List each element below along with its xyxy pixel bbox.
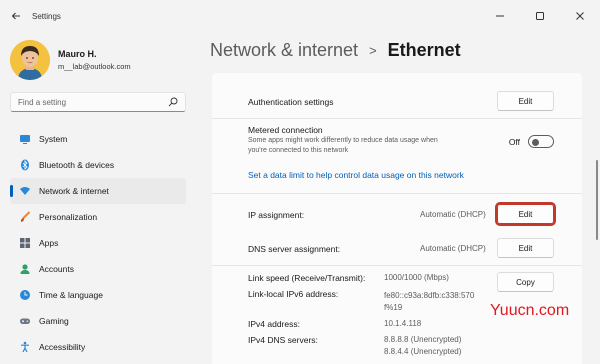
ipv6-label: Link-local IPv6 address: bbox=[248, 289, 339, 299]
content-scrollbar[interactable] bbox=[596, 160, 598, 240]
sidebar-item-label: System bbox=[39, 134, 68, 144]
sidebar-item-label: Personalization bbox=[39, 212, 98, 222]
authentication-settings-row: Authentication settings Edit bbox=[248, 91, 554, 111]
sidebar-item-network[interactable]: Network & internet bbox=[10, 178, 186, 204]
sidebar-item-label: Apps bbox=[39, 238, 59, 248]
divider bbox=[212, 118, 582, 119]
close-icon bbox=[576, 12, 584, 20]
sidebar-item-label: Time & language bbox=[39, 290, 103, 300]
sidebar-item-accounts[interactable]: Accounts bbox=[10, 256, 186, 282]
authentication-edit-button[interactable]: Edit bbox=[497, 91, 554, 111]
sidebar-item-system[interactable]: System bbox=[10, 126, 186, 152]
maximize-icon bbox=[536, 12, 544, 20]
gamepad-icon bbox=[18, 314, 32, 328]
ipv6-value-line1: fe80::c93a:8dfb:c338:570 bbox=[384, 291, 475, 300]
divider bbox=[212, 193, 582, 194]
bluetooth-icon bbox=[18, 158, 32, 172]
wifi-icon bbox=[18, 184, 32, 198]
sidebar-item-label: Bluetooth & devices bbox=[39, 160, 115, 170]
ipv4-label: IPv4 address: bbox=[248, 319, 300, 329]
app-title: Settings bbox=[32, 11, 61, 21]
sidebar-item-label: Accounts bbox=[39, 264, 74, 274]
apps-icon bbox=[18, 236, 32, 250]
ip-assignment-row: IP assignment: Automatic (DHCP) Edit bbox=[248, 202, 556, 226]
authentication-settings-label: Authentication settings bbox=[248, 97, 334, 107]
metered-connection-description: Some apps might work differently to redu… bbox=[248, 137, 438, 154]
metered-connection-label: Metered connection bbox=[248, 125, 323, 135]
ip-assignment-value: Automatic (DHCP) bbox=[420, 210, 486, 219]
sidebar-item-apps[interactable]: Apps bbox=[10, 230, 186, 256]
ipv4-dns-row: IPv4 DNS servers: 8.8.8.8 (Unencrypted) … bbox=[248, 335, 554, 361]
divider bbox=[212, 265, 582, 266]
ip-assignment-edit-button[interactable]: Edit bbox=[495, 202, 556, 226]
sidebar-item-label: Gaming bbox=[39, 316, 69, 326]
link-speed-value: 1000/1000 (Mbps) bbox=[384, 273, 449, 282]
ipv4-dns-value-line1: 8.8.8.8 (Unencrypted) bbox=[384, 335, 462, 344]
metered-toggle-state-label: Off bbox=[508, 136, 520, 147]
link-speed-label: Link speed (Receive/Transmit): bbox=[248, 273, 366, 283]
maximize-button[interactable] bbox=[520, 0, 560, 32]
user-info: Mauro H. m__lab@outlook.com bbox=[58, 49, 131, 71]
data-limit-row: Set a data limit to help control data us… bbox=[248, 170, 554, 182]
user-email: m__lab@outlook.com bbox=[58, 62, 131, 71]
close-button[interactable] bbox=[560, 0, 600, 32]
user-profile[interactable]: Mauro H. m__lab@outlook.com bbox=[10, 40, 131, 80]
search-icon bbox=[168, 97, 178, 107]
person-icon bbox=[18, 262, 32, 276]
sidebar-item-bluetooth[interactable]: Bluetooth & devices bbox=[10, 152, 186, 178]
back-button[interactable] bbox=[0, 0, 32, 32]
sidebar-item-personalization[interactable]: Personalization bbox=[10, 204, 186, 230]
sidebar-item-label: Network & internet bbox=[39, 186, 109, 196]
globe-clock-icon bbox=[18, 288, 32, 302]
ethernet-settings-panel: Authentication settings Edit Metered con… bbox=[212, 73, 582, 364]
sidebar-item-accessibility[interactable]: Accessibility bbox=[10, 334, 186, 360]
back-arrow-icon bbox=[11, 12, 20, 20]
monitor-icon bbox=[18, 132, 32, 146]
dns-server-assignment-value: Automatic (DHCP) bbox=[420, 244, 486, 253]
page-title: Ethernet bbox=[387, 39, 461, 60]
ip-assignment-label: IP assignment: bbox=[248, 210, 305, 220]
sidebar-item-time-language[interactable]: Time & language bbox=[10, 282, 186, 308]
brush-icon bbox=[18, 210, 32, 224]
ipv4-dns-value-line2: 8.8.4.4 (Unencrypted) bbox=[384, 347, 462, 356]
minimize-icon bbox=[496, 15, 504, 17]
ipv4-row: IPv4 address: 10.1.4.118 bbox=[248, 319, 554, 331]
dns-server-assignment-row: DNS server assignment: Automatic (DHCP) … bbox=[248, 237, 554, 259]
metered-connection-toggle[interactable] bbox=[528, 135, 554, 148]
accessibility-icon bbox=[18, 340, 32, 354]
sidebar-item-gaming[interactable]: Gaming bbox=[10, 308, 186, 334]
breadcrumb-parent[interactable]: Network & internet bbox=[210, 40, 358, 61]
user-name: Mauro H. bbox=[58, 49, 97, 59]
breadcrumb-separator: > bbox=[369, 42, 377, 58]
avatar bbox=[10, 40, 50, 80]
ipv4-value: 10.1.4.118 bbox=[384, 319, 422, 328]
metered-connection-row: Metered connection Some apps might work … bbox=[248, 125, 554, 159]
metered-connection-toggle-wrap: Off bbox=[509, 135, 554, 148]
ipv6-value-line2: f%19 bbox=[384, 303, 403, 312]
ipv4-dns-label: IPv4 DNS servers: bbox=[248, 335, 318, 345]
watermark: Yuucn.com bbox=[490, 302, 570, 319]
title-bar: Settings bbox=[0, 0, 600, 32]
avatar-person-icon bbox=[10, 40, 50, 80]
set-data-limit-link[interactable]: Set a data limit to help control data us… bbox=[248, 170, 464, 180]
sidebar-item-label: Accessibility bbox=[39, 342, 86, 352]
minimize-button[interactable] bbox=[480, 0, 520, 32]
dns-server-assignment-label: DNS server assignment: bbox=[248, 244, 341, 254]
window-controls bbox=[480, 0, 600, 32]
search-input[interactable] bbox=[18, 97, 168, 107]
sidebar-nav: System Bluetooth & devices Network & int… bbox=[10, 126, 186, 360]
search-box[interactable] bbox=[10, 92, 186, 112]
toggle-knob bbox=[532, 138, 539, 146]
breadcrumb: Network & internet > Ethernet bbox=[210, 38, 461, 62]
dns-edit-button[interactable]: Edit bbox=[497, 238, 554, 258]
